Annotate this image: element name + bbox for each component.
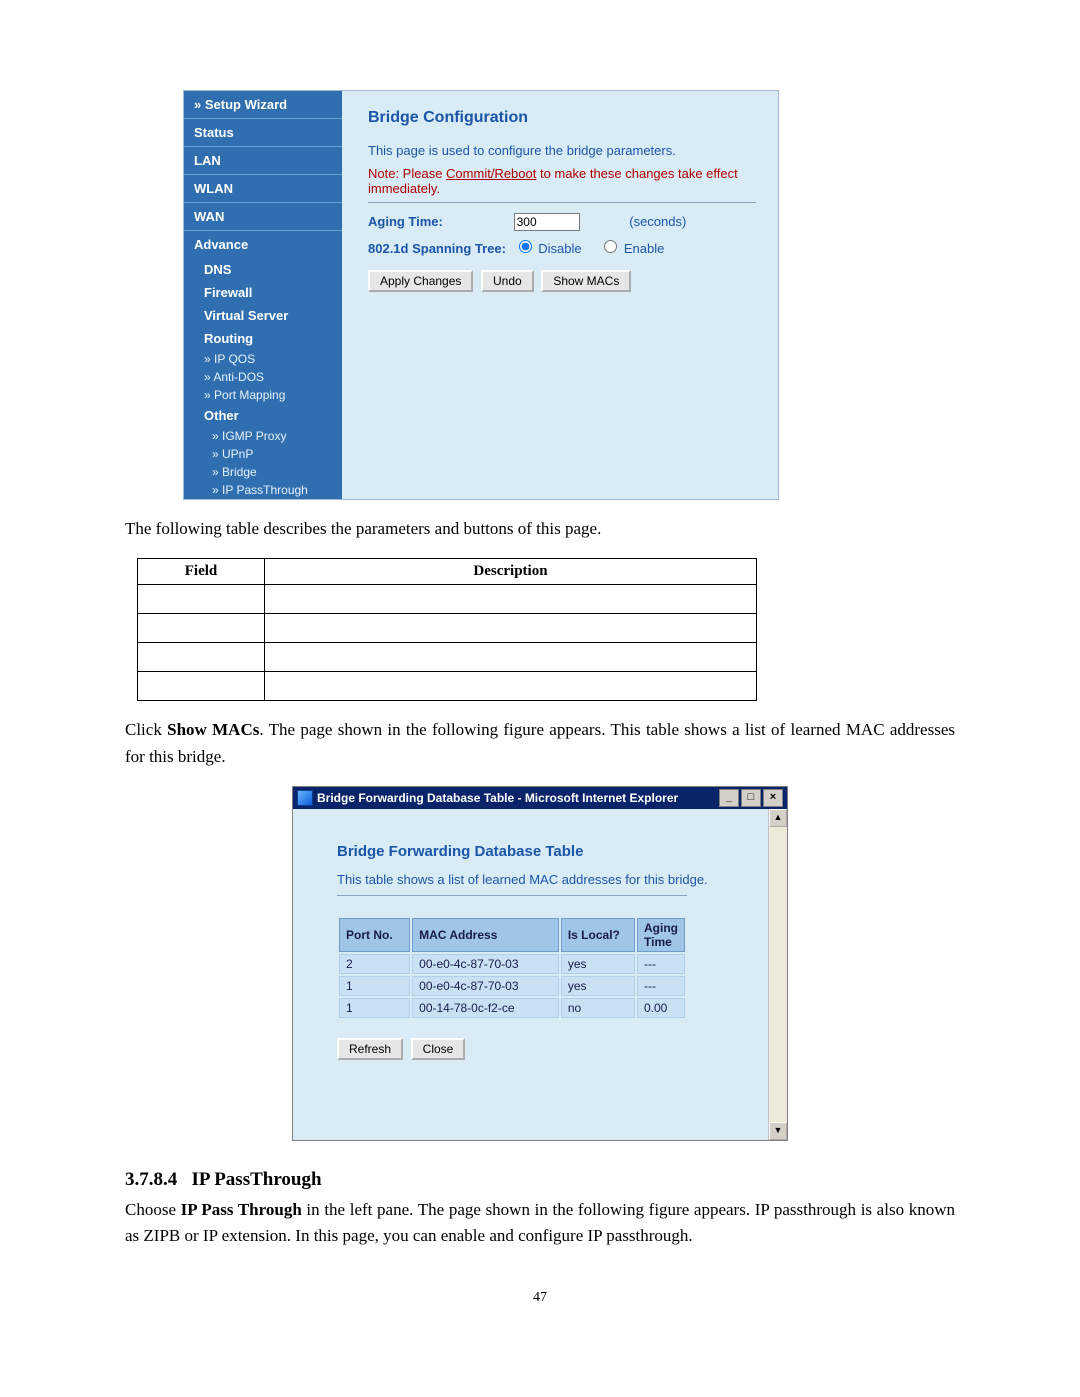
sidebar-item-other[interactable]: Other [184, 404, 342, 427]
mac-th-aging: Aging Time [637, 918, 685, 952]
close-window-button[interactable]: × [763, 789, 783, 807]
panel-intro: This page is used to configure the bridg… [368, 143, 756, 158]
undo-button[interactable]: Undo [481, 270, 534, 292]
sidebar-item-bridge[interactable]: Bridge [184, 463, 342, 481]
sidebar-item-lan[interactable]: LAN [184, 146, 342, 174]
body-text-3: Choose IP Pass Through in the left pane.… [125, 1197, 955, 1250]
spanning-tree-label: 802.1d Spanning Tree: [368, 241, 510, 256]
window-title: Bridge Forwarding Database Table - Micro… [317, 791, 717, 805]
maximize-button[interactable]: □ [741, 789, 761, 807]
sidebar-item-setup-wizard[interactable]: Setup Wizard [184, 91, 342, 118]
refresh-button[interactable]: Refresh [337, 1038, 403, 1060]
stp-enable-radio[interactable] [604, 240, 617, 253]
seconds-label: (seconds) [629, 214, 686, 229]
sidebar-item-routing[interactable]: Routing [184, 327, 342, 350]
sidebar-item-port-mapping[interactable]: Port Mapping [184, 386, 342, 404]
stp-disable-radio[interactable] [519, 240, 532, 253]
sidebar-item-advance[interactable]: Advance [184, 230, 342, 258]
table-row [138, 614, 757, 643]
body-text-2: Click Show MACs. The page shown in the f… [125, 717, 955, 770]
table-row [138, 672, 757, 701]
mac-th-islocal: Is Local? [561, 918, 635, 952]
sidebar-item-firewall[interactable]: Firewall [184, 281, 342, 304]
bridge-config-screenshot: Setup Wizard Status LAN WLAN WAN Advance… [183, 90, 779, 500]
sidebar-item-ip-qos[interactable]: IP QOS [184, 350, 342, 368]
sidebar-item-ip-passthrough[interactable]: IP PassThrough [184, 481, 342, 499]
divider [368, 202, 756, 203]
scroll-up-icon[interactable]: ▲ [769, 809, 787, 827]
stp-disable-option[interactable]: Disable [514, 241, 582, 256]
aging-time-input[interactable] [514, 213, 580, 231]
mac-table: Port No. MAC Address Is Local? Aging Tim… [337, 916, 687, 1020]
ie-icon [297, 790, 313, 806]
sidebar: Setup Wizard Status LAN WLAN WAN Advance… [184, 91, 342, 499]
apply-changes-button[interactable]: Apply Changes [368, 270, 473, 292]
mac-th-port: Port No. [339, 918, 410, 952]
fdtable-header-description: Description [265, 559, 757, 585]
aging-time-label: Aging Time: [368, 214, 510, 229]
sidebar-item-wlan[interactable]: WLAN [184, 174, 342, 202]
table-row [138, 585, 757, 614]
sidebar-item-virtual-server[interactable]: Virtual Server [184, 304, 342, 327]
sidebar-item-status[interactable]: Status [184, 118, 342, 146]
divider [337, 895, 687, 896]
mac-th-mac: MAC Address [412, 918, 559, 952]
sidebar-item-anti-dos[interactable]: Anti-DOS [184, 368, 342, 386]
bridge-config-panel: Bridge Configuration This page is used t… [342, 91, 778, 499]
page-number: 47 [125, 1290, 955, 1306]
panel-title: Bridge Configuration [368, 109, 756, 127]
sidebar-item-upnp[interactable]: UPnP [184, 445, 342, 463]
table-row: 2 00-e0-4c-87-70-03 yes --- [339, 954, 685, 974]
table-row: 1 00-e0-4c-87-70-03 yes --- [339, 976, 685, 996]
fdb-intro: This table shows a list of learned MAC a… [337, 872, 738, 887]
section-heading: 3.7.8.4 IP PassThrough [125, 1169, 955, 1191]
sidebar-item-wan[interactable]: WAN [184, 202, 342, 230]
close-button[interactable]: Close [411, 1038, 466, 1060]
show-macs-button[interactable]: Show MACs [541, 270, 631, 292]
table-row [138, 643, 757, 672]
forwarding-db-window: Bridge Forwarding Database Table - Micro… [292, 786, 788, 1141]
body-text-1: The following table describes the parame… [125, 516, 955, 542]
vertical-scrollbar[interactable]: ▲ ▼ [768, 809, 787, 1140]
aging-time-row: Aging Time: (seconds) [368, 213, 756, 231]
commit-reboot-link[interactable]: Commit/Reboot [446, 166, 536, 181]
panel-note: Note: Please Commit/Reboot to make these… [368, 166, 756, 196]
table-row: 1 00-14-78-0c-f2-ce no 0.00 [339, 998, 685, 1018]
scroll-track[interactable] [769, 827, 787, 1122]
sidebar-item-igmp-proxy[interactable]: IGMP Proxy [184, 427, 342, 445]
sidebar-item-dns[interactable]: DNS [184, 258, 342, 281]
field-description-table: Field Description [137, 558, 757, 701]
spanning-tree-row: 802.1d Spanning Tree: Disable Enable [368, 237, 756, 256]
fdtable-header-field: Field [138, 559, 265, 585]
minimize-button[interactable]: _ [719, 789, 739, 807]
stp-enable-option[interactable]: Enable [599, 241, 664, 256]
scroll-down-icon[interactable]: ▼ [769, 1122, 787, 1140]
fdb-title: Bridge Forwarding Database Table [337, 843, 738, 860]
window-titlebar: Bridge Forwarding Database Table - Micro… [293, 787, 787, 809]
